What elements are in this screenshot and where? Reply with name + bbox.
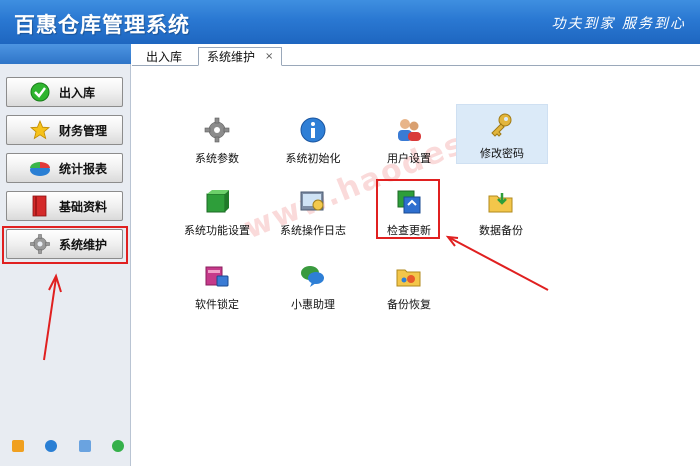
tile-label: 系统初始化: [285, 152, 341, 165]
sidebar-item-label: 出入库: [59, 85, 96, 100]
tab-inout[interactable]: 出入库: [138, 47, 190, 66]
tile-operation-log[interactable]: 系统操作日志: [268, 182, 358, 242]
tile-data-backup[interactable]: 数据备份: [456, 182, 546, 242]
tile-system-params[interactable]: 系统参数: [172, 110, 262, 170]
tile-system-init[interactable]: 系统初始化: [268, 110, 358, 170]
sidebar-item-finance[interactable]: 财务管理: [6, 115, 123, 145]
users-icon: [395, 116, 423, 144]
tile-user-settings[interactable]: 用户设置: [364, 110, 454, 170]
sidebar: 出入库 财务管理 统计报表 基础资料 系统维护: [0, 44, 131, 466]
folder-restore-icon: [395, 262, 423, 290]
folder-backup-icon: [487, 188, 515, 216]
sidebar-item-reports[interactable]: 统计报表: [6, 153, 123, 183]
gear-icon: [29, 233, 51, 255]
app-window: 百惠仓库管理系统 功夫到家 服务到心 出入库 财务管理 统计报表 基础资料 系统…: [0, 0, 700, 466]
log-icon: [299, 188, 327, 216]
tile-label: 系统功能设置: [184, 224, 250, 237]
key-icon: [488, 111, 516, 139]
chat-icon: [299, 262, 327, 290]
title-bar: 百惠仓库管理系统 功夫到家 服务到心: [0, 0, 700, 44]
update-icon: [395, 188, 423, 216]
tile-label: 修改密码: [480, 147, 524, 160]
tile-check-update[interactable]: 检查更新: [364, 182, 454, 242]
sidebar-header-strip: [0, 44, 131, 64]
star-icon: [29, 119, 51, 141]
tile-backup-restore[interactable]: 备份恢复: [364, 256, 454, 316]
tile-label: 系统参数: [195, 152, 239, 165]
info-icon: [299, 116, 327, 144]
slogan: 功夫到家 服务到心: [551, 16, 686, 32]
tile-label: 数据备份: [479, 224, 523, 237]
search-window-icon[interactable]: [78, 440, 91, 452]
sidebar-bottom-toolbar: [12, 440, 124, 452]
app-title: 百惠仓库管理系统: [14, 13, 190, 37]
tile-assistant[interactable]: 小惠助理: [268, 256, 358, 316]
tile-label: 用户设置: [387, 152, 431, 165]
sidebar-item-label: 基础资料: [59, 199, 108, 214]
close-icon[interactable]: ×: [265, 51, 273, 62]
gears-icon: [203, 116, 231, 144]
tab-bar: 出入库 系统维护 ×: [132, 44, 700, 66]
tile-label: 软件锁定: [195, 298, 239, 311]
book-icon: [29, 195, 51, 217]
tab-label: 系统维护: [207, 50, 256, 64]
tile-change-password[interactable]: 修改密码: [456, 104, 548, 164]
sidebar-item-label: 财务管理: [59, 123, 108, 138]
tile-label: 小惠助理: [291, 298, 335, 311]
tile-function-settings[interactable]: 系统功能设置: [172, 182, 262, 242]
content-area: 出入库 系统维护 × www.haodes.com 系统参数 系统初始化 用户设…: [132, 44, 700, 466]
tile-software-lock[interactable]: 软件锁定: [172, 256, 262, 316]
tile-label: 检查更新: [387, 224, 431, 237]
check-circle-icon: [29, 81, 51, 103]
note-icon[interactable]: [12, 440, 24, 452]
tile-label: 备份恢复: [387, 298, 431, 311]
green-box-icon: [203, 188, 231, 216]
sidebar-item-basic-data[interactable]: 基础资料: [6, 191, 123, 221]
info-icon[interactable]: [45, 440, 58, 452]
exit-icon[interactable]: [111, 440, 124, 452]
lock-icon: [203, 262, 231, 290]
sidebar-item-label: 系统维护: [59, 237, 108, 252]
sidebar-item-inout[interactable]: 出入库: [6, 77, 123, 107]
tab-label: 出入库: [146, 50, 183, 64]
sidebar-item-system-maintenance[interactable]: 系统维护: [6, 229, 123, 259]
sidebar-item-label: 统计报表: [59, 161, 108, 176]
tile-label: 系统操作日志: [280, 224, 346, 237]
pie-chart-icon: [29, 157, 51, 179]
tab-system-maintenance[interactable]: 系统维护 ×: [198, 47, 283, 66]
